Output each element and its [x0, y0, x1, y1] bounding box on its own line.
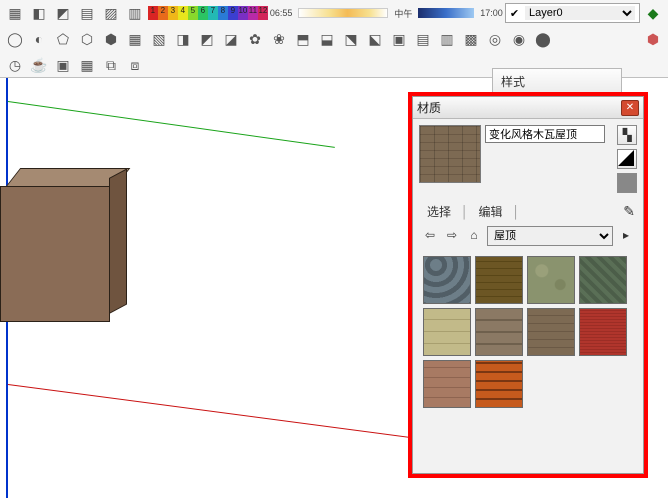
tool-icon[interactable]: ⬓	[316, 28, 338, 50]
tool-icon[interactable]: ⬢	[100, 28, 122, 50]
tool-icon[interactable]: ▦	[4, 2, 26, 24]
toolbar-area: ▦ ◧ ◩ ▤ ▨ ▥ 1 2 3 4 5 6 7 8 9 10 11 12 0…	[0, 0, 668, 78]
tool-icon[interactable]: ◪	[220, 28, 242, 50]
tool-icon[interactable]: ◯	[4, 28, 26, 50]
layer-selector[interactable]: ✔ Layer0	[505, 3, 640, 23]
clock-icon[interactable]: ◷	[4, 54, 26, 76]
materials-preview-row: ▝▖	[413, 119, 643, 199]
eyedropper-icon[interactable]: ✎	[623, 203, 635, 220]
tool-icon[interactable]: ▧	[148, 28, 170, 50]
tool-icon[interactable]: ⬠	[52, 28, 74, 50]
nav-home-icon[interactable]: ⌂	[465, 227, 483, 245]
default-material-icon[interactable]	[617, 149, 637, 169]
material-thumb[interactable]	[579, 256, 627, 304]
material-thumb[interactable]	[423, 256, 471, 304]
box-side-face	[109, 168, 127, 314]
time-end: 17:00	[480, 8, 503, 18]
tool-icon[interactable]: ▩	[460, 28, 482, 50]
material-side-buttons: ▝▖	[617, 125, 637, 193]
tool-icon[interactable]: ▥	[124, 2, 146, 24]
time-band[interactable]	[298, 8, 388, 18]
render-icon[interactable]: ⬢	[642, 28, 664, 50]
tool-icon[interactable]: ⬔	[340, 28, 362, 50]
materials-titlebar[interactable]: 材质 ✕	[413, 97, 643, 119]
tool-icon[interactable]: ◐	[28, 28, 50, 50]
current-material-swatch[interactable]	[419, 125, 481, 183]
tool-icon[interactable]: ⬡	[76, 28, 98, 50]
toolbar-row-2: ◯ ◐ ⬠ ⬡ ⬢ ▦ ▧ ◨ ◩ ◪ ✿ ❀ ⬒ ⬓ ⬔ ⬕ ▣ ▤ ▥ ▩ …	[0, 26, 668, 52]
sun-band[interactable]	[418, 8, 474, 18]
material-name-input[interactable]	[485, 125, 605, 143]
cube-icon[interactable]: ▦	[76, 54, 98, 76]
material-thumb[interactable]	[579, 308, 627, 356]
tool-icon[interactable]: ⬕	[364, 28, 386, 50]
tool-icon[interactable]: ◎	[484, 28, 506, 50]
details-icon[interactable]: ▸	[617, 227, 635, 245]
month-spectrum: 1 2 3 4 5 6 7 8 9 10 11 12	[148, 6, 268, 20]
create-material-icon[interactable]: ▝▖	[617, 125, 637, 145]
material-thumb-grid	[413, 250, 643, 414]
tool-icon[interactable]: ▦	[124, 28, 146, 50]
box-front-face	[0, 186, 110, 322]
layer-manager-icon[interactable]: ◆	[642, 2, 664, 24]
tool-icon[interactable]: ◨	[172, 28, 194, 50]
material-category-select[interactable]: 屋顶	[487, 226, 613, 246]
tool-icon[interactable]: ◩	[196, 28, 218, 50]
material-thumb[interactable]	[423, 308, 471, 356]
check-icon: ✔	[510, 7, 519, 20]
material-thumb[interactable]	[423, 360, 471, 408]
materials-tabs: 选择 │ 编辑 │ ✎	[413, 199, 643, 222]
tab-select[interactable]: 选择	[421, 201, 457, 222]
materials-panel: 材质 ✕ ▝▖ 选择 │ 编辑 │ ✎ ⇦ ⇨ ⌂ 屋顶 ▸	[412, 96, 644, 474]
layer-dropdown[interactable]: Layer0	[525, 6, 635, 20]
tool-icon[interactable]: ◩	[52, 2, 74, 24]
materials-nav-row: ⇦ ⇨ ⌂ 屋顶 ▸	[413, 222, 643, 250]
tool-icon[interactable]: ◧	[28, 2, 50, 24]
cube-icon[interactable]: ▣	[52, 54, 74, 76]
tool-icon[interactable]: ▣	[388, 28, 410, 50]
layers-icon[interactable]: ⧈	[124, 54, 146, 76]
tool-icon[interactable]: ◉	[508, 28, 530, 50]
tab-separator: │	[513, 205, 521, 219]
material-thumb[interactable]	[527, 256, 575, 304]
styles-panel-tab[interactable]: 样式	[492, 68, 622, 94]
tool-icon[interactable]: ⬒	[292, 28, 314, 50]
styles-tab-label: 样式	[501, 75, 525, 89]
axis-y	[8, 101, 335, 148]
tool-icon[interactable]: ▥	[436, 28, 458, 50]
layers-icon[interactable]: ⧉	[100, 54, 122, 76]
nav-forward-icon[interactable]: ⇨	[443, 227, 461, 245]
tool-icon[interactable]: ✿	[244, 28, 266, 50]
secondary-swatch[interactable]	[617, 173, 637, 193]
tool-icon[interactable]: ⬤	[532, 28, 554, 50]
tool-icon[interactable]: ▨	[100, 2, 122, 24]
tool-icon[interactable]: ▤	[76, 2, 98, 24]
tab-edit[interactable]: 编辑	[473, 201, 509, 222]
material-thumb[interactable]	[475, 360, 523, 408]
time-mid: 中午	[394, 7, 412, 20]
tool-icon[interactable]: ▤	[412, 28, 434, 50]
tab-separator: │	[461, 205, 469, 219]
materials-title: 材质	[417, 99, 441, 116]
close-icon[interactable]: ✕	[621, 100, 639, 116]
material-thumb[interactable]	[475, 256, 523, 304]
tool-icon[interactable]: ❀	[268, 28, 290, 50]
toolbar-row-1: ▦ ◧ ◩ ▤ ▨ ▥ 1 2 3 4 5 6 7 8 9 10 11 12 0…	[0, 0, 668, 26]
material-thumb[interactable]	[475, 308, 523, 356]
material-thumb[interactable]	[527, 308, 575, 356]
time-start: 06:55	[270, 8, 293, 18]
nav-back-icon[interactable]: ⇦	[421, 227, 439, 245]
teapot-icon[interactable]: ☕	[28, 54, 50, 76]
